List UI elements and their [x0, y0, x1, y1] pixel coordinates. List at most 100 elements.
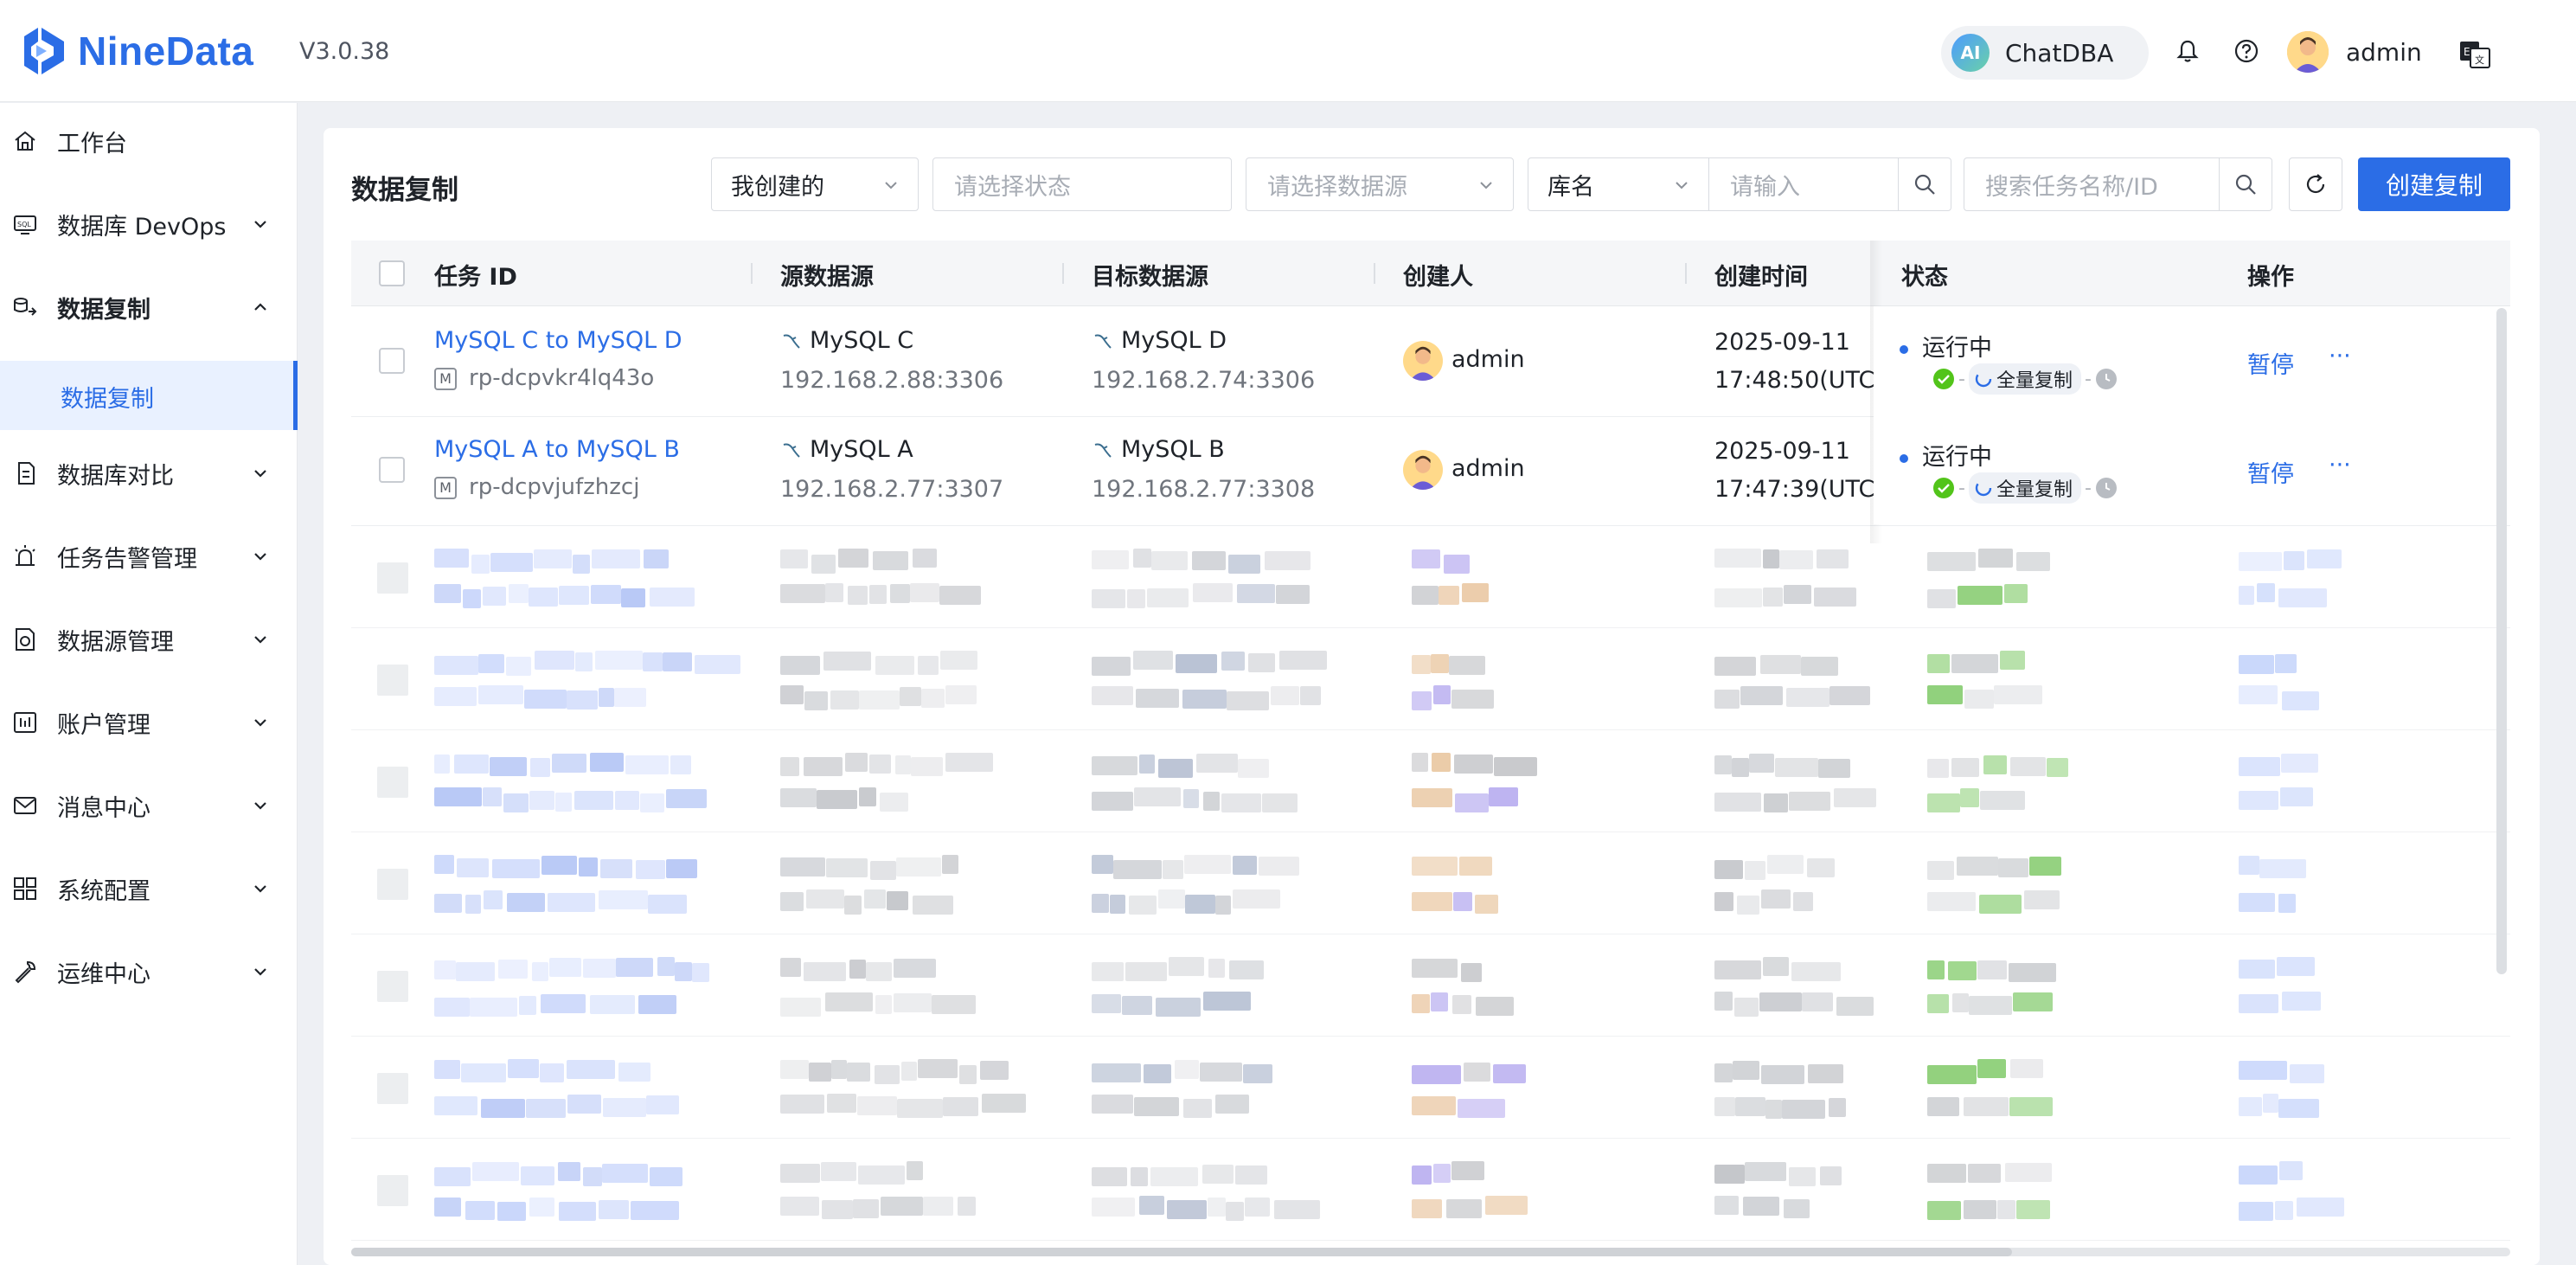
sidebar-item-label: 数据源管理: [57, 628, 174, 656]
redacted-block: [2239, 856, 2259, 875]
source-name[interactable]: MySQL A: [810, 436, 913, 463]
vertical-scrollbar[interactable]: [2496, 308, 2507, 974]
redacted-block: [1449, 656, 1485, 675]
redacted-block: [1139, 1196, 1164, 1215]
sidebar-item-messages[interactable]: 消息中心: [0, 771, 298, 840]
db-name-select[interactable]: 库名: [1528, 157, 1709, 211]
redacted-block: [1714, 1063, 1733, 1082]
redacted-block: [470, 998, 517, 1017]
redacted-block: [524, 690, 567, 709]
redacted-block: [644, 549, 669, 568]
owner-filter-select[interactable]: 我创建的: [711, 157, 919, 211]
status-filter-select[interactable]: 请选择状态: [932, 157, 1232, 211]
redacted-block: [1763, 549, 1779, 568]
redacted-block: [1412, 892, 1452, 911]
redacted-block: [780, 757, 799, 776]
sidebar-item-ops[interactable]: 运维中心: [0, 937, 298, 1006]
bell-icon[interactable]: [2175, 38, 2201, 64]
redacted-block: [1122, 996, 1152, 1015]
redacted-block: [1734, 998, 1759, 1017]
column-header-task-id[interactable]: 任务 ID: [434, 258, 517, 292]
redacted-block: [1714, 1097, 1735, 1116]
redacted-block: [857, 1096, 897, 1115]
db-search-button[interactable]: [1898, 157, 1951, 211]
redacted-block: [1092, 994, 1121, 1013]
create-replication-button[interactable]: 创建复制: [2358, 157, 2510, 211]
refresh-button[interactable]: [2289, 157, 2342, 211]
sidebar-item-account[interactable]: 账户管理: [0, 688, 298, 757]
redacted-block: [1789, 1167, 1816, 1186]
db-name-input[interactable]: 请输入: [1708, 157, 1899, 211]
chatdba-button[interactable]: AI ChatDBA: [1941, 26, 2149, 80]
redacted-block: [838, 549, 868, 568]
row-checkbox[interactable]: [379, 348, 405, 374]
task-name-link[interactable]: MySQL A to MySQL B: [434, 436, 680, 463]
redacted-block: [497, 1202, 526, 1221]
redacted-block: [1927, 892, 1976, 911]
more-actions-button[interactable]: ···: [2329, 452, 2351, 478]
redacted-block: [1092, 855, 1113, 874]
redacted-block: [434, 584, 461, 603]
redacted-block: [1834, 788, 1876, 807]
redacted-block: [1202, 1165, 1234, 1184]
select-all-checkbox[interactable]: [379, 260, 405, 286]
sidebar-item-devops[interactable]: SQL 数据库 DevOps: [0, 189, 298, 259]
column-header-source[interactable]: 源数据源: [780, 258, 874, 292]
pause-button[interactable]: 暂停: [2247, 455, 2294, 489]
task-name-link[interactable]: MySQL C to MySQL D: [434, 327, 682, 354]
column-header-creator[interactable]: 创建人: [1403, 258, 1473, 292]
redacted-block: [1714, 549, 1761, 568]
sidebar-item-workbench[interactable]: 工作台: [0, 106, 298, 176]
sidebar-item-replication[interactable]: 数据复制: [0, 273, 298, 342]
redacted-block: [913, 896, 953, 915]
phase-chip-full[interactable]: 全量复制: [1968, 363, 2081, 395]
redacted-block: [958, 1197, 976, 1216]
redacted-block: [434, 1060, 460, 1079]
column-header-created-time[interactable]: 创建时间: [1714, 258, 1808, 292]
redacted-block: [875, 656, 914, 675]
language-switch-icon[interactable]: En 文: [2458, 40, 2491, 69]
user-name[interactable]: admin: [2346, 38, 2422, 67]
redacted-block: [826, 858, 868, 877]
redacted-block: [890, 584, 910, 603]
redacted-block: [1927, 654, 1950, 673]
redacted-block: [1235, 1165, 1267, 1185]
datasource-filter-select[interactable]: 请选择数据源: [1246, 157, 1514, 211]
horizontal-scrollbar-thumb[interactable]: [351, 1248, 2012, 1256]
redacted-block: [1459, 857, 1492, 876]
task-search-button[interactable]: [2219, 157, 2272, 211]
redacted-block: [1818, 759, 1850, 778]
sidebar-item-alarm[interactable]: 任务告警管理: [0, 522, 298, 591]
source-name[interactable]: MySQL C: [810, 327, 913, 354]
sidebar-subitem-replication[interactable]: 数据复制: [0, 361, 298, 430]
phase-chip-full[interactable]: 全量复制: [1968, 472, 2081, 504]
redacted-block: [2282, 992, 2321, 1011]
pause-button[interactable]: 暂停: [2247, 346, 2294, 380]
redacted-block: [2275, 654, 2297, 673]
user-avatar[interactable]: [2287, 31, 2329, 73]
redacted-block: [1983, 755, 2007, 774]
column-header-status[interactable]: 状态: [1901, 258, 1948, 292]
target-address: 192.168.2.74:3306: [1092, 367, 1316, 394]
redacted-block: [1455, 793, 1489, 812]
row-checkbox[interactable]: [379, 457, 405, 483]
redacted-block: [602, 1164, 648, 1183]
sidebar-item-compare[interactable]: 数据库对比: [0, 439, 298, 508]
redacted-block: [2278, 1099, 2319, 1118]
redacted-block: [1169, 957, 1204, 976]
redacted-block: [434, 960, 456, 979]
brand-logo[interactable]: NineData: [19, 24, 253, 78]
redacted-block: [1927, 960, 1945, 979]
target-name[interactable]: MySQL B: [1121, 436, 1225, 463]
target-name[interactable]: MySQL D: [1121, 327, 1227, 354]
redacted-block: [1745, 861, 1765, 880]
redacted-block: [2239, 655, 2274, 674]
redacted-block: [1763, 957, 1789, 976]
help-icon[interactable]: [2233, 38, 2259, 64]
sidebar-item-datasource[interactable]: 数据源管理: [0, 605, 298, 674]
task-search-input[interactable]: 搜索任务名称/ID: [1964, 157, 2220, 211]
column-header-target[interactable]: 目标数据源: [1092, 258, 1208, 292]
more-actions-button[interactable]: ···: [2329, 343, 2351, 369]
sidebar-item-settings[interactable]: 系统配置: [0, 854, 298, 923]
redacted-block: [478, 654, 504, 673]
